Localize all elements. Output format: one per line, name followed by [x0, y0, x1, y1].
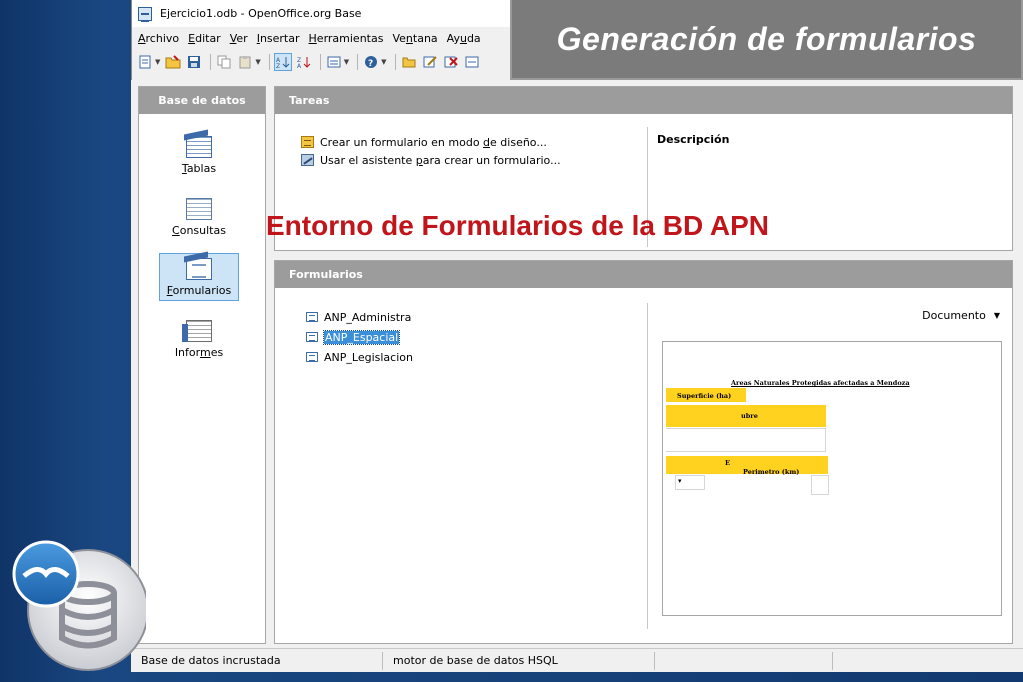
database-sidebar: Base de datos Tablas Consultas Formulari… [138, 86, 266, 644]
menu-editar[interactable]: Editar [188, 32, 221, 45]
toolbar-separator [357, 54, 359, 70]
sidebar-item-consultas[interactable]: Consultas [159, 193, 239, 243]
preview-field [666, 428, 826, 452]
status-bar: Base de datos incrustada motor de base d… [131, 648, 1023, 672]
openoffice-base-logo-icon [8, 538, 149, 676]
task-label: Usar el asistente para crear un formular… [320, 153, 561, 167]
sidebar-item-label: Consultas [172, 224, 226, 237]
svg-text:A: A [297, 63, 302, 69]
toolbar-separator [268, 54, 270, 70]
form-name: ANP_Legislacion [324, 350, 413, 364]
form-name-selected: ANP_Espacial [322, 329, 401, 345]
task-create-form-design[interactable]: Crear un formulario en modo de diseño... [301, 133, 561, 151]
sort-ascending-icon[interactable]: AZ [273, 53, 292, 71]
form-document-icon [306, 312, 318, 322]
status-embedded-db: Base de datos incrustada [131, 651, 383, 670]
tasks-list: Crear un formulario en modo de diseño...… [301, 133, 561, 169]
menu-insertar[interactable]: Insertar [257, 32, 300, 45]
forms-list: ANP_Administra ANP_Espacial ANP_Legislac… [306, 307, 413, 367]
toolbar-separator [394, 54, 396, 70]
slide-title-box: Generación de formularios [510, 0, 1023, 80]
menu-herramientas[interactable]: Herramientas [309, 32, 384, 45]
tasks-header: Tareas [275, 87, 1012, 114]
preview-field [811, 475, 829, 495]
sort-descending-icon[interactable]: ZA [295, 53, 313, 71]
sidebar-item-formularios[interactable]: Formularios [159, 253, 239, 303]
form-list-item[interactable]: ANP_Espacial [306, 327, 413, 347]
standard-toolbar: ▼ ▼ AZ ZA ▼ ? ▼ [132, 50, 510, 74]
window-title: Ejercicio1.odb - OpenOffice.org Base [160, 7, 362, 20]
preview-label-nombre: ubre [741, 412, 758, 420]
form-view-dropdown-arrow-icon[interactable]: ▼ [344, 58, 349, 66]
menu-bar: Archivo Editar Ver Insertar Herramientas… [132, 28, 512, 48]
slide-title: Generación de formularios [556, 20, 977, 57]
form-view-icon[interactable] [325, 53, 343, 71]
sidebar-item-label: Tablas [181, 162, 217, 175]
forms-panel: Formularios ANP_Administra ANP_Espacial … [274, 260, 1013, 644]
preview-label-e: E [725, 459, 730, 467]
task-form-wizard[interactable]: Usar el asistente para crear un formular… [301, 151, 561, 169]
status-empty-cell [655, 651, 833, 670]
table-icon [186, 136, 212, 158]
sidebar-item-label: Informes [174, 346, 224, 359]
copy-icon[interactable] [215, 53, 233, 71]
preview-label-superficie: Superficie (ha) [677, 392, 732, 400]
form-list-item[interactable]: ANP_Administra [306, 307, 413, 327]
toolbar-separator [210, 54, 212, 70]
slide-caption: Entorno de Formularios de la BD APN [266, 210, 770, 241]
open-database-object-icon[interactable] [400, 53, 418, 71]
sidebar-item-label: Formularios [166, 284, 232, 297]
delete-icon[interactable] [442, 53, 460, 71]
form-preview: Areas Naturales Protegidas afectadas a M… [662, 341, 1002, 616]
rename-icon[interactable] [463, 53, 481, 71]
sidebar-item-tablas[interactable]: Tablas [159, 131, 239, 181]
task-label: Crear un formulario en modo de diseño... [320, 135, 547, 149]
forms-header: Formularios [275, 261, 1012, 288]
report-icon [182, 320, 212, 342]
svg-text:Z: Z [276, 63, 280, 69]
wizard-icon [301, 154, 314, 166]
description-label: Descripción [657, 133, 730, 146]
paste-dropdown-arrow-icon[interactable]: ▼ [255, 58, 260, 66]
new-document-icon[interactable] [136, 53, 154, 71]
toolbar-overflow-icon[interactable]: ▼ [381, 58, 386, 66]
svg-text:?: ? [368, 59, 373, 69]
status-empty-cell [833, 652, 1013, 670]
database-app-icon [138, 6, 152, 22]
preview-mode-dropdown[interactable]: Documento ▼ [922, 309, 1000, 322]
menu-archivo[interactable]: Archivo [138, 32, 179, 45]
form-list-item[interactable]: ANP_Legislacion [306, 347, 413, 367]
help-icon[interactable]: ? [362, 53, 380, 71]
edit-icon[interactable] [421, 53, 439, 71]
sidebar-header: Base de datos [139, 87, 265, 114]
menu-ver[interactable]: Ver [230, 32, 248, 45]
new-dropdown-arrow-icon[interactable]: ▼ [155, 58, 160, 66]
query-icon [186, 193, 212, 220]
chevron-down-icon: ▼ [993, 311, 1000, 320]
preview-combo-arrow-icon: ▾ [678, 477, 682, 485]
toolbar-separator [319, 54, 321, 70]
form-design-icon [301, 136, 314, 148]
form-name: ANP_Administra [324, 310, 412, 324]
form-document-icon [306, 352, 318, 362]
preview-mode-label: Documento [922, 309, 986, 322]
save-icon[interactable] [185, 53, 203, 71]
form-document-icon [306, 332, 318, 342]
open-folder-icon[interactable] [164, 53, 182, 71]
form-icon [186, 258, 212, 280]
sidebar-item-informes[interactable]: Informes [159, 315, 239, 365]
preview-title: Areas Naturales Protegidas afectadas a M… [731, 379, 910, 387]
forms-divider [647, 303, 648, 629]
paste-icon[interactable] [236, 53, 254, 71]
menu-ventana[interactable]: Ventana [392, 32, 437, 45]
menu-ayuda[interactable]: Ayuda [447, 32, 481, 45]
preview-label-perimetro: Perimetro (km) [743, 468, 800, 476]
status-db-engine: motor de base de datos HSQL [383, 651, 655, 670]
